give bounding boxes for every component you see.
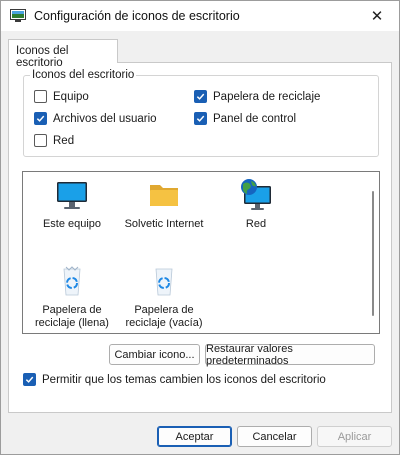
icon-label: Este equipo	[42, 218, 102, 230]
desktop-icons-groupbox: Iconos del escritorio Equipo Papelera de…	[23, 69, 379, 157]
checkmark-icon	[196, 93, 205, 100]
icon-item-este-equipo[interactable]: Este equipo	[29, 178, 115, 231]
checkbox-box[interactable]	[34, 112, 47, 125]
groupbox-legend: Iconos del escritorio	[30, 69, 137, 81]
icon-label: Red	[245, 218, 267, 230]
checkmark-icon	[196, 115, 205, 122]
desktop-settings-icon	[10, 9, 26, 22]
tab-panel: Iconos del escritorio Equipo Papelera de…	[8, 62, 392, 413]
icon-item-papelera-llena[interactable]: Papelera de reciclaje (llena)	[29, 264, 115, 330]
recycle-bin-empty-icon	[155, 268, 173, 296]
scrollbar-thumb[interactable]	[372, 191, 374, 316]
recycle-bin-full-icon	[63, 266, 81, 296]
checkbox-allow-themes[interactable]: Permitir que los temas cambien los icono…	[23, 373, 326, 386]
icon-label: Papelera de reciclaje (llena)	[35, 304, 109, 329]
network-globe-icon	[241, 179, 271, 210]
checkbox-box[interactable]	[194, 90, 207, 103]
checkbox-label: Red	[53, 134, 75, 147]
icon-label: Solvetic Internet	[124, 218, 204, 230]
checkbox-label: Papelera de reciclaje	[213, 90, 321, 103]
checkbox-label: Equipo	[53, 90, 89, 103]
monitor-icon	[57, 182, 87, 209]
icon-label: Papelera de reciclaje (vacía)	[125, 304, 203, 329]
close-button[interactable]: ✕	[355, 1, 399, 31]
checkbox-label: Permitir que los temas cambien los icono…	[42, 373, 326, 386]
accept-button[interactable]: Aceptar	[157, 426, 232, 447]
cancel-button[interactable]: Cancelar	[237, 426, 312, 447]
icon-item-solvetic-internet[interactable]: Solvetic Internet	[121, 178, 207, 231]
window-title: Configuración de iconos de escritorio	[34, 9, 240, 23]
checkmark-icon	[25, 376, 34, 383]
change-icon-button[interactable]: Cambiar icono...	[109, 344, 200, 365]
checkbox-box[interactable]	[23, 373, 36, 386]
icon-item-papelera-vacia[interactable]: Papelera de reciclaje (vacía)	[121, 264, 207, 330]
checkbox-red[interactable]: Red	[34, 134, 74, 147]
restore-defaults-button[interactable]: Restaurar valores predeterminados	[205, 343, 375, 367]
icon-list[interactable]: Este equipo Solvetic Internet Red Papele…	[22, 171, 380, 334]
checkbox-papelera[interactable]: Papelera de reciclaje	[194, 90, 320, 103]
checkbox-archivos-usuario[interactable]: Archivos del usuario	[34, 112, 157, 125]
title-bar: Configuración de iconos de escritorio ✕	[1, 1, 399, 31]
apply-button[interactable]: Aplicar	[317, 426, 392, 447]
checkbox-panel-control[interactable]: Panel de control	[194, 112, 296, 125]
checkbox-box[interactable]	[34, 134, 47, 147]
tab-iconos-del-escritorio[interactable]: Iconos del escritorio	[8, 39, 118, 69]
checkbox-equipo[interactable]: Equipo	[34, 90, 89, 103]
close-icon: ✕	[370, 8, 384, 25]
checkbox-box[interactable]	[34, 90, 47, 103]
checkbox-label: Archivos del usuario	[53, 112, 157, 125]
checkbox-label: Panel de control	[213, 112, 297, 125]
icon-item-red[interactable]: Red	[213, 178, 299, 231]
checkmark-icon	[36, 115, 45, 122]
folder-icon	[150, 185, 178, 206]
vertical-scrollbar[interactable]	[368, 173, 378, 332]
checkbox-box[interactable]	[194, 112, 207, 125]
dialog-window: Configuración de iconos de escritorio ✕ …	[0, 0, 400, 455]
